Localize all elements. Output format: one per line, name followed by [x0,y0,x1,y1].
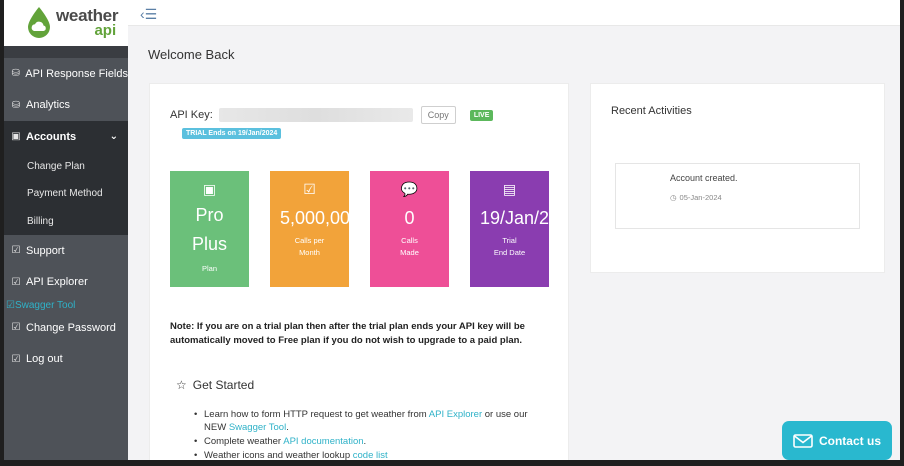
copy-button[interactable]: Copy [420,106,456,124]
contact-us-label: Contact us [818,433,881,448]
star-outline-icon: ☆ [176,378,187,392]
trial-badge: TRIAL Ends on 19/Jan/2024 [182,128,282,139]
bottom-edge [0,460,904,466]
check-square-icon: ☑ [11,322,21,334]
list-item: Learn how to form HTTP request to get we… [194,408,544,434]
api-key-row: API Key: Copy LIVE [170,106,494,124]
sidebar-item-label: Analytics [26,99,71,112]
tile-plan-label: Plan [201,264,217,273]
activity-text: Account created. [670,173,738,183]
sidebar-item-label: Support [26,244,65,257]
activity-item: Account created. ◷ 05-Jan-2024 [615,163,860,229]
contact-us-button[interactable]: Contact us [782,421,892,460]
api-documentation-link[interactable]: API documentation [283,436,363,447]
activity-date-text: 05-Jan-2024 [679,193,722,202]
tile-plan-value-line2: Plus [191,234,227,254]
trial-note: Note: If you are on a trial plan then af… [170,321,525,346]
get-started-title: Get Started [192,378,255,392]
check-square-icon: ☑ [6,299,15,311]
sidebar-subitem-payment-method[interactable]: Payment Method [4,180,128,208]
tile-plan: ▣ Pro Plus Plan [170,171,249,287]
tile-calls-made-value: 0 [404,208,415,228]
list-item-text: . [286,422,289,433]
envelope-icon [793,433,813,448]
live-badge: LIVE [469,109,494,121]
list-item-text: Weather icons and weather lookup [204,450,351,460]
sidebar-subitem-change-plan[interactable]: Change Plan [4,153,128,181]
swagger-tool-link[interactable]: Swagger Tool [229,422,286,433]
get-started-list: Learn how to form HTTP request to get we… [194,408,544,460]
get-started-heading: ☆ Get Started [176,378,254,392]
sidebar-item-label: Change Password [26,321,116,334]
brand-logo[interactable]: weather api [4,0,128,46]
accounts-submenu: Change Plan Payment Method Billing [4,152,128,236]
list-item: Weather icons and weather lookup code li… [194,449,544,460]
briefcase-icon: ▣ [11,131,21,143]
sidebar: weather api ⛁ API Response Fields ⛁ Anal… [4,0,128,460]
tile-calls-per-month-label-2: Month [299,248,320,257]
sidebar-item-change-password[interactable]: ☑ Change Password [4,312,128,344]
check-square-icon: ☑ [11,245,21,257]
layers-icon: ⛁ [11,68,20,80]
sidebar-item-swagger-tool[interactable]: ☑ Swagger Tool [4,298,128,312]
list-item-text: Learn how to form HTTP request to get we… [204,409,427,420]
document-icon: ▤ [502,181,517,197]
weather-drop-icon [28,7,50,38]
topbar: ‹☰ [128,0,900,26]
api-explorer-link[interactable]: API Explorer [429,409,482,420]
api-key-label: API Key: [170,109,213,121]
sidebar-item-label: Log out [26,353,63,366]
tile-calls-per-month-value: 5,000,000 [280,208,349,228]
brand-name: weather [56,6,119,25]
list-item: Complete weather API documentation. [194,435,544,448]
list-item-text: . [363,436,367,447]
sidebar-divider [4,46,128,58]
code-list-link[interactable]: code list [353,450,388,460]
tile-calls-made-label-2: Made [400,248,419,257]
menu-toggle-icon[interactable]: ‹☰ [140,7,157,21]
tile-calls-made-label-1: Calls [401,236,418,245]
sidebar-subitem-billing[interactable]: Billing [4,208,128,236]
sidebar-item-analytics[interactable]: ⛁ Analytics [4,90,128,122]
sidebar-item-log-out[interactable]: ☑ Log out [4,344,128,376]
brand-suffix: api [94,22,117,39]
tile-trial-end-date-label-2: End Date [493,248,526,257]
list-item-text: Complete weather [204,436,282,447]
sidebar-item-label: Swagger Tool [14,299,76,311]
tile-plan-value-line1: Pro [195,205,224,225]
sidebar-item-support[interactable]: ☑ Support [4,235,128,267]
check-square-icon: ☑ [303,181,316,197]
api-key-value[interactable] [218,108,413,122]
tile-calls-per-month: ☑ 5,000,000 Calls per Month [270,171,349,287]
briefcase-icon: ▣ [202,181,217,197]
tile-trial-end-date: ▤ 19/Jan/2024 Trial End Date [470,171,549,287]
tile-trial-end-date-value: 19/Jan/2024 [480,208,549,228]
sidebar-item-label: Accounts [26,130,77,143]
activity-date: ◷ 05-Jan-2024 [670,193,722,202]
chart-icon: ⛁ [11,99,21,111]
page-title: Welcome Back [148,47,235,62]
sidebar-item-label: API Explorer [26,276,88,289]
chevron-down-icon: ⌄ [109,131,118,143]
recent-activities-card: Recent Activities Account created. ◷ 05-… [590,83,885,273]
sidebar-item-accounts[interactable]: ▣ Accounts ⌄ [4,121,128,153]
clock-icon: ◷ [670,193,677,202]
tile-trial-end-date-label-1: Trial [502,236,517,245]
sidebar-item-label: API Response Fields [25,67,128,80]
sidebar-item-api-explorer[interactable]: ☑ API Explorer [4,267,128,299]
tile-calls-made: 💬 0 Calls Made [370,171,449,287]
chat-icon: 💬 [400,181,419,197]
check-square-icon: ☑ [11,353,21,365]
recent-activities-title: Recent Activities [611,105,692,117]
check-square-icon: ☑ [11,276,21,288]
app-window: weather api ⛁ API Response Fields ⛁ Anal… [4,0,900,460]
tile-calls-per-month-label-1: Calls per [294,236,325,245]
sidebar-item-api-response-fields[interactable]: ⛁ API Response Fields [4,58,128,90]
account-summary-card: API Key: Copy LIVE TRIAL Ends on 19/Jan/… [149,83,569,460]
